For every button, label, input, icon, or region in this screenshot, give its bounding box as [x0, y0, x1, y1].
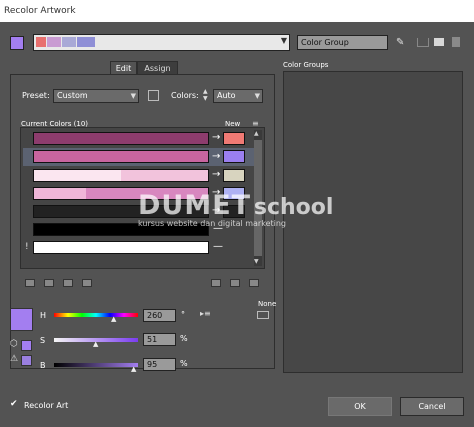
chevron-down-icon: ▼: [130, 92, 136, 100]
cancel-button[interactable]: Cancel: [400, 397, 464, 416]
table-row[interactable]: ! —: [23, 239, 254, 256]
warning-icon: ⬡: [10, 339, 18, 349]
strip-swatch-3: [62, 37, 76, 47]
dash-icon: —: [213, 241, 223, 252]
saturation-input[interactable]: 51: [143, 333, 176, 346]
gamut-swatch: [21, 340, 32, 351]
out-of-gamut-icon: ⚠: [10, 354, 19, 364]
window-title: Recolor Artwork: [4, 6, 76, 16]
find-color-icon[interactable]: [249, 279, 259, 287]
watermark-brand-suffix: school: [253, 195, 334, 220]
preset-options-icon[interactable]: [148, 90, 159, 101]
brightness-label: B: [40, 361, 46, 370]
recolor-art-label: Recolor Art: [24, 401, 69, 410]
current-color-bar[interactable]: [33, 132, 209, 145]
brightness-unit: %: [180, 359, 188, 368]
colors-label: Colors:: [171, 91, 199, 100]
tab-edit[interactable]: Edit: [110, 61, 137, 75]
ok-button[interactable]: OK: [328, 397, 392, 416]
current-color-bar[interactable]: [33, 169, 209, 182]
new-row-icon[interactable]: [82, 279, 92, 287]
new-color-swatch[interactable]: [223, 132, 245, 145]
randomize-order-icon[interactable]: [211, 279, 221, 287]
active-artwork-swatch[interactable]: [10, 36, 24, 50]
preset-label: Preset:: [22, 91, 50, 100]
colors-select[interactable]: Auto ▼: [213, 89, 263, 103]
new-folder-icon[interactable]: [434, 38, 444, 46]
strip-swatch-2: [47, 37, 61, 47]
exclude-colors-icon[interactable]: [63, 279, 73, 287]
brightness-slider-track[interactable]: [54, 363, 138, 367]
eyedropper-icon[interactable]: ✎: [396, 37, 404, 48]
watermark-tagline: kursus website dan digital marketing: [138, 219, 286, 228]
preset-value: Custom: [57, 91, 88, 100]
strip-swatch-1: [36, 37, 46, 47]
save-group-icon[interactable]: [417, 38, 429, 47]
delete-icon[interactable]: [452, 37, 460, 47]
hue-input[interactable]: 260: [143, 309, 176, 322]
chevron-down-icon: ▼: [254, 92, 260, 100]
scroll-down-icon[interactable]: ▼: [254, 258, 259, 265]
hue-slider-handle[interactable]: ▲: [111, 315, 116, 323]
saturation-slider-handle[interactable]: ▲: [93, 340, 98, 348]
strip-dropdown-icon[interactable]: ▼: [281, 36, 287, 45]
color-group-name-input[interactable]: Color Group: [297, 35, 388, 50]
colors-stepper-icon[interactable]: ▲ ▼: [203, 88, 208, 102]
table-row[interactable]: →: [23, 167, 254, 184]
new-color-swatch[interactable]: [223, 150, 245, 163]
slider-menu-icon[interactable]: ▸≡: [200, 309, 211, 318]
saturation-label: S: [40, 336, 46, 345]
merge-colors-icon[interactable]: [25, 279, 35, 287]
recolor-art-checkbox[interactable]: ✔: [10, 399, 18, 409]
color-mode-icon[interactable]: [257, 311, 269, 319]
web-safe-swatch: [21, 355, 32, 366]
saturation-unit: %: [180, 334, 188, 343]
arrow-right-icon[interactable]: →: [212, 152, 220, 162]
none-label: None: [258, 300, 277, 308]
randomize-saturation-icon[interactable]: [230, 279, 240, 287]
colors-value: Auto: [217, 91, 236, 100]
separate-colors-icon[interactable]: [44, 279, 54, 287]
current-color-bar[interactable]: [33, 150, 209, 163]
hue-label: H: [40, 311, 47, 320]
title-bar: Recolor Artwork: [0, 0, 474, 22]
tab-bar: Edit Assign: [110, 61, 180, 75]
brightness-input[interactable]: 95: [143, 358, 176, 371]
active-color-swatch[interactable]: [10, 308, 33, 331]
color-group-strip[interactable]: ▼: [33, 34, 290, 51]
current-color-bar[interactable]: [33, 241, 209, 254]
table-row[interactable]: →: [23, 130, 254, 147]
scroll-up-icon[interactable]: ▲: [254, 130, 259, 137]
tab-assign[interactable]: Assign: [137, 61, 178, 75]
info-marker-icon: !: [25, 242, 29, 252]
brightness-slider-handle[interactable]: ▲: [131, 365, 136, 373]
arrow-right-icon[interactable]: →: [212, 170, 220, 180]
hue-slider-track[interactable]: [54, 313, 138, 317]
preset-select[interactable]: Custom ▼: [53, 89, 139, 103]
strip-swatch-4: [77, 37, 95, 47]
table-row[interactable]: →: [23, 148, 254, 166]
watermark-brand: DUMET: [138, 190, 252, 221]
color-groups-label: Color Groups: [283, 61, 329, 69]
new-color-swatch[interactable]: [223, 169, 245, 182]
watermark-logo: DUMET school kursus website dan digital …: [138, 190, 343, 235]
arrow-right-icon[interactable]: →: [212, 133, 220, 143]
hue-unit: °: [181, 310, 185, 319]
